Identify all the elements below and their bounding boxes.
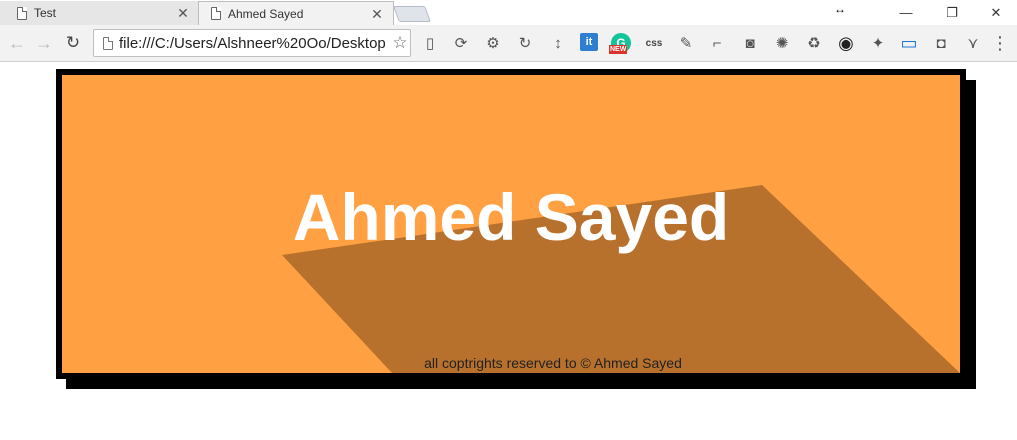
rotate-icon[interactable]: ⟳	[451, 33, 471, 53]
grammarly-icon[interactable]: G NEW	[609, 33, 631, 54]
camera-icon[interactable]: ◙	[740, 33, 760, 53]
color-wheel-icon[interactable]: ◉	[836, 33, 856, 53]
css-icon[interactable]: css	[644, 33, 664, 53]
no-phone-icon[interactable]: ▯	[420, 33, 440, 53]
tab-strip: Test ✕ Ahmed Sayed ✕ ↔ — ❐ ✕	[0, 0, 1017, 25]
new-badge: NEW	[609, 45, 628, 54]
tab-title: Ahmed Sayed	[228, 6, 304, 21]
cog-wheel-icon[interactable]: ✺	[772, 33, 792, 53]
tab-title: Test	[34, 6, 57, 20]
banner: Ahmed Sayed all coptrights reserved to ©…	[56, 69, 966, 379]
bookmark-star-icon[interactable]: ☆	[390, 33, 410, 53]
page-heading: Ahmed Sayed	[292, 180, 730, 254]
tab-close-icon[interactable]: ✕	[369, 6, 385, 22]
vue-icon[interactable]: ⋎	[963, 33, 983, 53]
restore-button[interactable]: ❐	[929, 0, 975, 25]
satellite-icon[interactable]: ✦	[868, 33, 888, 53]
tab-close-icon[interactable]: ✕	[175, 5, 191, 21]
new-tab-button[interactable]	[393, 6, 431, 22]
url-text[interactable]: file:///C:/Users/Alshneer%20Oo/Desktop	[119, 35, 390, 52]
forward-button[interactable]: →	[32, 32, 56, 54]
resize-icon: ↔	[834, 2, 846, 16]
back-button[interactable]: ←	[5, 32, 29, 54]
ruler-icon[interactable]: ⌐	[707, 33, 727, 53]
pocket-icon[interactable]: ◘	[931, 33, 951, 53]
copyright-footer: all coptrights reserved to © Ahmed Sayed	[424, 355, 682, 371]
recycle-icon[interactable]: ♻	[804, 33, 824, 53]
it-icon[interactable]: it	[580, 33, 598, 51]
gear-icon[interactable]: ⚙	[483, 33, 503, 53]
minimize-button[interactable]: —	[883, 0, 929, 25]
sync-icon[interactable]: ↻	[515, 33, 535, 53]
page-icon	[17, 6, 27, 20]
page-info-icon[interactable]	[103, 36, 113, 50]
tab-test[interactable]: Test ✕	[0, 1, 200, 25]
line-height-icon[interactable]: ↕	[548, 33, 568, 53]
reload-button[interactable]: ↻	[61, 32, 85, 54]
tab-ahmed-sayed[interactable]: Ahmed Sayed ✕	[198, 1, 394, 25]
eyedropper-icon[interactable]: ✎	[676, 33, 696, 53]
browser-toolbar: ← → ↻ file:///C:/Users/Alshneer%20Oo/Des…	[0, 25, 1017, 62]
menu-icon[interactable]: ⋮	[991, 33, 1009, 53]
close-window-button[interactable]: ✕	[973, 0, 1017, 25]
window-icon[interactable]: ▭	[899, 33, 919, 53]
page-icon	[211, 7, 221, 20]
address-bar[interactable]: file:///C:/Users/Alshneer%20Oo/Desktop ☆	[93, 29, 411, 57]
